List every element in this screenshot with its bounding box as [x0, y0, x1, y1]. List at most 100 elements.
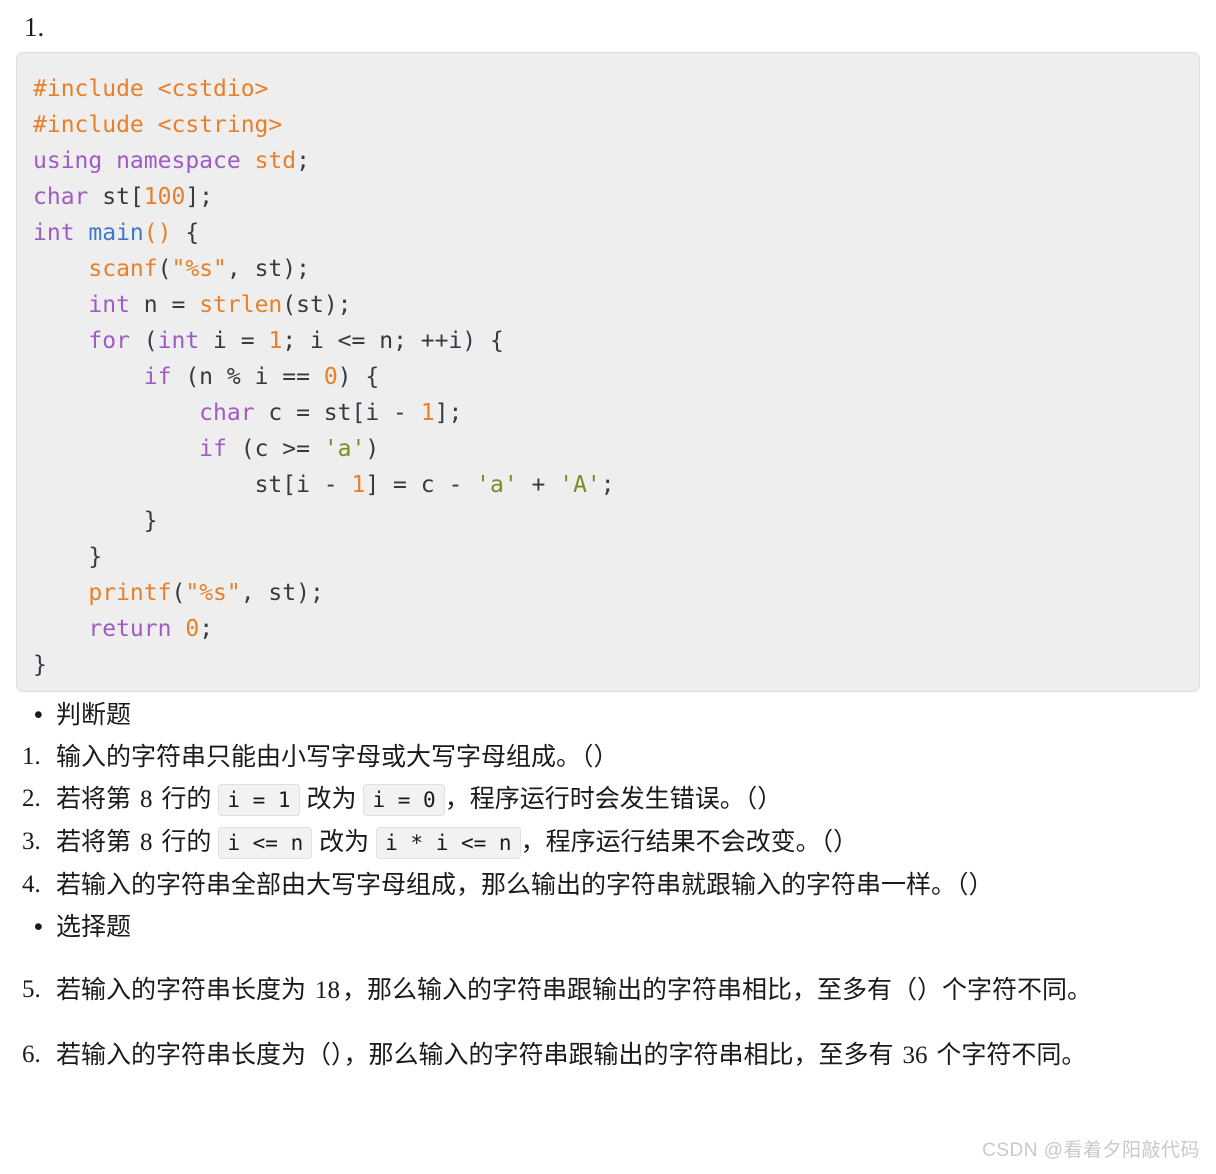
questions-content: • 判断题 1. 输入的字符串只能由小写字母或大写字母组成。（） 2. 若将第 …: [0, 694, 1216, 1078]
code-token-std: std: [240, 148, 297, 174]
code-token-close-l4: ];: [185, 184, 214, 210]
item-number: 2.: [22, 785, 41, 812]
code-token-one-l12: 1: [351, 472, 366, 498]
code-token-scanf-format: "%s": [171, 256, 227, 282]
list-item: 3. 若将第 8 行的 i <= n 改为 i * i <= n ，程序运行结果不…: [0, 821, 1216, 864]
item-text-seg: 若输入的字符串长度为: [56, 976, 313, 1004]
code-token-l12-mid: ] = c -: [365, 472, 477, 498]
item-text-seg: 改为: [299, 785, 364, 813]
code-token-mod-expr: (n % i ==: [171, 364, 324, 390]
code-token-include2: #include: [33, 112, 144, 138]
math-number: 18: [314, 977, 340, 1004]
math-number: 8: [139, 829, 153, 856]
code-token-main: main: [74, 220, 144, 246]
code-token-char-A-l12: 'A': [559, 472, 601, 498]
code-token-int-l7: int: [88, 292, 130, 318]
code-token-char-l10: char: [199, 400, 255, 426]
list-item: 1. 输入的字符串只能由小写字母或大写字母组成。（）: [0, 736, 1216, 778]
code-token-using-namespace: using namespace: [33, 148, 241, 174]
item-text: 若输入的字符串全部由大写字母组成，那么输出的字符串就跟输入的字符串一样。（）: [56, 871, 994, 899]
code-token-l11-close: ): [365, 436, 380, 462]
section-label-choice: 选择题: [56, 913, 132, 941]
list-item: 6. 若输入的字符串长度为（），那么输入的字符串跟输出的字符串相比，至多有 36…: [0, 1033, 1216, 1078]
code-token-for-open: (: [129, 328, 158, 354]
code-token-semicolon-l3: ;: [296, 148, 310, 174]
item-text-seg: 个字符不同。: [929, 1041, 1087, 1069]
code-token-include2-header: <cstring>: [143, 112, 283, 138]
item-number: 5.: [22, 976, 41, 1003]
code-token-100: 100: [143, 184, 186, 210]
code-token-for: for: [88, 328, 130, 354]
item-text-seg: 若将第: [56, 828, 138, 856]
code-token-one-l10: 1: [420, 400, 435, 426]
item-text-seg: 改为: [312, 828, 377, 856]
code-token-st-index: st[i -: [254, 472, 352, 498]
code-token-for-rest: ; i <= n; ++i) {: [282, 328, 504, 354]
item-number: 1.: [22, 743, 41, 770]
question-number: 1.: [24, 12, 45, 42]
code-token-main-parens: (): [143, 220, 172, 246]
page-root: 1. #include <cstdio> #include <cstring> …: [0, 0, 1216, 1174]
section-header-choice: • 选择题: [0, 906, 1216, 948]
inline-code-replacement: i = 0: [363, 784, 445, 816]
item-number: 6.: [22, 1041, 41, 1068]
code-token-include1-header: <cstdio>: [143, 76, 269, 102]
inline-code-original: i <= n: [218, 827, 313, 859]
code-token-char-a-l11: 'a': [323, 436, 366, 462]
code-token-l12-semicolon: ;: [600, 472, 615, 498]
inline-code-original: i = 1: [218, 784, 300, 816]
code-token-return-value: 0: [171, 616, 200, 642]
code-token-c-assign: c = st[i -: [254, 400, 421, 426]
code-token-brace-l14: }: [88, 544, 103, 570]
code-token-scanf-open: (: [157, 256, 172, 282]
code-token-brace-l17: }: [33, 652, 47, 678]
code-token-printf-format: "%s": [185, 580, 241, 606]
item-number: 4.: [22, 871, 41, 898]
watermark: CSDN @看着夕阳敲代码: [982, 1140, 1200, 1161]
item-text-seg: ，程序运行时会发生错误。（）: [444, 785, 783, 813]
item-text-seg: 行的: [154, 785, 219, 813]
code-token-return-semicolon: ;: [199, 616, 214, 642]
code-token-l12-plus: +: [517, 472, 560, 498]
code-token-main-brace: {: [171, 220, 200, 246]
code-token-printf-open: (: [171, 580, 186, 606]
code-token-cmp-expr: (c >=: [226, 436, 324, 462]
code-token-int-l5: int: [33, 220, 75, 246]
math-number: 8: [139, 786, 153, 813]
code-token-include1: #include: [33, 76, 144, 102]
code-token-char-l4: char: [33, 184, 89, 210]
section-label-judgement: 判断题: [56, 701, 132, 729]
list-item: 2. 若将第 8 行的 i = 1 改为 i = 0 ，程序运行时会发生错误。（）: [0, 778, 1216, 821]
code-token-scanf: scanf: [88, 256, 158, 282]
item-text: 输入的字符串只能由小写字母或大写字母组成。（）: [56, 743, 619, 771]
bullet-icon: •: [34, 701, 43, 729]
code-token-if-l9: if: [143, 364, 172, 390]
item-text-seg: 若输入的字符串长度为（），那么输入的字符串跟输出的字符串相比，至多有: [56, 1041, 901, 1069]
code-token-printf-rest: , st);: [240, 580, 324, 606]
code-token-strlen: strlen: [199, 292, 283, 318]
code-token-zero-l9: 0: [323, 364, 338, 390]
code-token-i-assign: i =: [199, 328, 269, 354]
item-text-seg: ，程序运行结果不会改变。（）: [520, 828, 859, 856]
item-number: 3.: [22, 828, 41, 855]
code-token-l10-close: ];: [434, 400, 463, 426]
code-content: #include <cstdio> #include <cstring> usi…: [33, 71, 1185, 683]
bullet-icon: •: [34, 913, 43, 941]
code-block: #include <cstdio> #include <cstring> usi…: [16, 52, 1200, 692]
code-token-st-decl: st[: [88, 184, 144, 210]
code-token-char-a-l12: 'a': [476, 472, 518, 498]
code-token-return: return: [88, 616, 172, 642]
item-text-seg: 行的: [154, 828, 219, 856]
code-token-brace-l13: }: [143, 508, 158, 534]
code-token-scanf-rest: , st);: [226, 256, 310, 282]
list-item: 4. 若输入的字符串全部由大写字母组成，那么输出的字符串就跟输入的字符串一样。（…: [0, 864, 1216, 906]
code-token-printf: printf: [88, 580, 172, 606]
code-token-strlen-args: (st);: [282, 292, 352, 318]
inline-code-replacement: i * i <= n: [376, 827, 521, 859]
code-token-n-assign: n =: [129, 292, 200, 318]
code-token-if-l11: if: [199, 436, 227, 462]
section-header-judgement: • 判断题: [0, 694, 1216, 736]
math-number: 36: [902, 1042, 928, 1069]
